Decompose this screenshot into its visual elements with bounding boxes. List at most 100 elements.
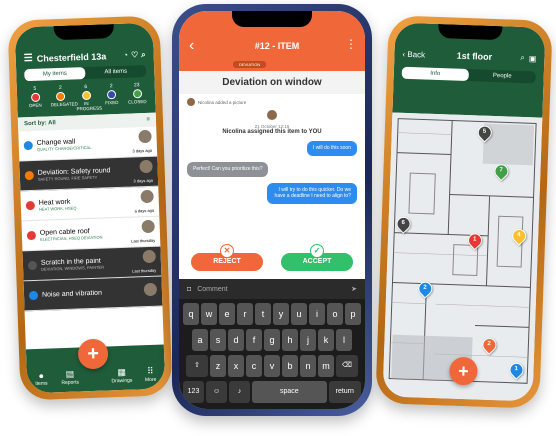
reject-button[interactable]: ✕ REJECT: [191, 244, 263, 271]
list-item[interactable]: Deviation: Safety round SAFETY ROUND, FIR…: [19, 156, 159, 192]
status-stat[interactable]: 23 CLOSED: [127, 82, 148, 110]
letter-key[interactable]: e: [219, 303, 235, 325]
letter-key[interactable]: s: [210, 329, 226, 351]
nav-more[interactable]: ⠿ More: [136, 365, 165, 383]
tab-info[interactable]: Info: [401, 66, 469, 82]
tab-all-items[interactable]: All items: [85, 65, 146, 79]
tab-my-items[interactable]: My items: [24, 67, 86, 82]
letter-key[interactable]: g: [264, 329, 280, 351]
nav-drawings[interactable]: ▦ Drawings: [107, 366, 136, 385]
status-icon: [23, 140, 33, 151]
letter-key[interactable]: q: [183, 303, 199, 325]
items-icon: ●: [38, 370, 45, 381]
stat-label: OPEN: [28, 102, 42, 109]
status-stat[interactable]: 5 OPEN: [25, 86, 46, 114]
menu-icon[interactable]: ☰: [24, 53, 33, 64]
letter-key[interactable]: a: [192, 329, 208, 351]
pin-label: 7: [499, 167, 503, 174]
notification-icon[interactable]: ♡: [131, 50, 138, 59]
letter-key[interactable]: v: [264, 355, 280, 377]
phone-left: ☰ Chesterfield 13a ◔ ♡ ⌕ My items All it…: [7, 15, 173, 401]
letter-key[interactable]: j: [300, 329, 316, 351]
chat-message: Perfect! Can you prioritize this?: [187, 161, 357, 177]
pin-label: 6: [401, 219, 405, 227]
more-options-icon[interactable]: ⋮: [345, 37, 357, 71]
send-icon[interactable]: ➤: [351, 285, 357, 293]
emoji-key[interactable]: ☺: [206, 381, 228, 403]
sort-label: Sort by: All: [23, 120, 56, 128]
nav-items[interactable]: ● Items: [27, 370, 56, 387]
item-detail-screen: ‹ #12 - ITEM ⋮ DEVIATION Deviation on wi…: [179, 11, 365, 409]
letter-key[interactable]: r: [237, 303, 253, 325]
avatar: [140, 189, 154, 204]
list-item[interactable]: Scratch in the paint DEVIATION, WINDOWS, …: [22, 246, 162, 282]
letter-key[interactable]: d: [228, 329, 244, 351]
letter-key[interactable]: m: [318, 355, 334, 377]
letter-key[interactable]: o: [327, 303, 343, 325]
item-date: 3 days ago: [133, 177, 154, 184]
letter-key[interactable]: l: [336, 329, 352, 351]
backspace-key[interactable]: ⌫: [336, 355, 358, 377]
letter-key[interactable]: f: [246, 329, 262, 351]
stat-count: 23: [133, 82, 140, 89]
back-button[interactable]: ‹ Back: [402, 49, 432, 59]
status-stat[interactable]: 2 DELEGATED: [50, 85, 78, 113]
numbers-key[interactable]: 123: [183, 381, 205, 403]
category-tag: DEVIATION: [233, 61, 267, 68]
item-subtitle: Deviation on window: [179, 71, 365, 94]
pin-label: 4: [517, 232, 521, 239]
floorplan-screen: ‹ Back 1st floor ⌕ ▣ Info People 5 7 6 1…: [382, 22, 546, 402]
list-item[interactable]: Heat work HEAT WORK, HSEQ a days ago: [20, 186, 160, 222]
avatar: [267, 110, 277, 120]
status-stat[interactable]: 6 IN PROGRESS: [76, 84, 102, 111]
phone-notch: [232, 11, 312, 27]
space-key[interactable]: space: [252, 381, 327, 403]
letter-key[interactable]: i: [309, 303, 325, 325]
comment-input[interactable]: Comment: [197, 286, 351, 293]
letter-key[interactable]: t: [255, 303, 271, 325]
alert-icon[interactable]: ◔: [123, 51, 128, 60]
back-icon[interactable]: ‹: [189, 37, 209, 71]
letter-key[interactable]: h: [282, 329, 298, 351]
nav-reports[interactable]: ▤ Reports: [55, 368, 84, 386]
search-icon[interactable]: ⌕: [141, 49, 146, 59]
item-list: Change wall QUALITY CHANGE/CRITICAL 3 days…: [18, 126, 163, 312]
status-stat[interactable]: 2 FIXED: [101, 83, 122, 111]
item-date: Last thursday: [131, 237, 156, 244]
item-date: a days ago: [134, 207, 155, 214]
list-item[interactable]: Open cable roof ELECTRICIAN, HSEQ DEVIATI…: [21, 216, 161, 252]
list-item[interactable]: Noise and vibration: [23, 276, 163, 312]
letter-key[interactable]: b: [282, 355, 298, 377]
letter-key[interactable]: w: [201, 303, 217, 325]
floor-plan-map[interactable]: 57614221 +: [382, 112, 543, 402]
filter-icon[interactable]: ≡: [146, 117, 150, 123]
item-name: Noise and vibration: [41, 289, 103, 299]
list-item[interactable]: Change wall QUALITY CHANGE/CRITICAL 3 days…: [18, 126, 158, 162]
letter-key[interactable]: n: [300, 355, 316, 377]
tab-people[interactable]: People: [469, 69, 536, 83]
return-key[interactable]: return: [328, 381, 362, 403]
message-bubble: I will do this soon: [306, 141, 357, 156]
comment-bar: ◘ Comment ➤: [179, 279, 365, 299]
item-date: [129, 300, 157, 301]
item-title: #12 - ITEM: [254, 41, 300, 51]
chat-message: I will do this soon: [187, 141, 357, 156]
letter-key[interactable]: p: [345, 303, 361, 325]
stage: ☰ Chesterfield 13a ◔ ♡ ⌕ My items All it…: [0, 0, 556, 436]
floorplan-tabs: Info People: [401, 66, 536, 84]
phone-right: ‹ Back 1st floor ⌕ ▣ Info People 5 7 6 1…: [375, 15, 553, 409]
letter-key[interactable]: y: [273, 303, 289, 325]
letter-key[interactable]: c: [246, 355, 262, 377]
accept-button[interactable]: ✓ ACCEPT: [281, 244, 353, 271]
letter-key[interactable]: k: [318, 329, 334, 351]
status-icon: [24, 170, 34, 181]
layers-icon[interactable]: ▣: [529, 54, 537, 63]
letter-key[interactable]: u: [291, 303, 307, 325]
letter-key[interactable]: z: [210, 355, 226, 377]
status-icon: [27, 260, 38, 271]
camera-icon[interactable]: ◘: [187, 286, 191, 293]
search-icon[interactable]: ⌕: [520, 53, 525, 63]
letter-key[interactable]: x: [228, 355, 244, 377]
shift-key[interactable]: ⇧: [186, 355, 208, 377]
mic-key[interactable]: ♪: [229, 381, 251, 403]
